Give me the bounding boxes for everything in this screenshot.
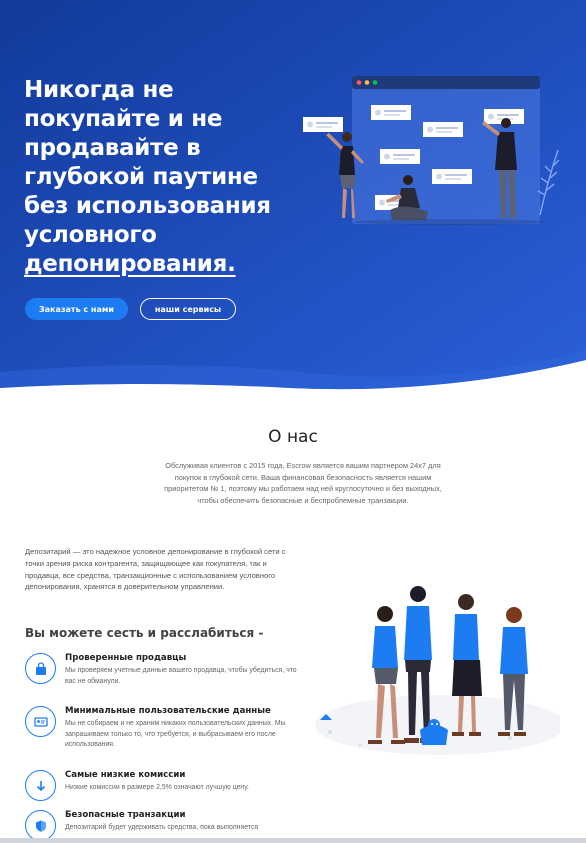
hero-heading-underlined: депонирования. [24, 251, 236, 277]
hero-heading-line: Никогда не [24, 77, 174, 103]
shopping-bag-icon [25, 653, 56, 684]
hero-heading-line: глубокой паутине [24, 164, 258, 190]
hero-heading-line: покупайте и не [24, 106, 223, 132]
about-title: О нас [268, 427, 318, 447]
feature-title: Проверенные продавцы [65, 653, 187, 663]
feature-title: Минимальные пользовательские данные [65, 706, 271, 716]
feature-title: Безопасные транзакции [65, 810, 186, 820]
feature-description: Низкие комиссии в размере 2,5% означают … [65, 784, 249, 791]
hero-section: Никогда не покупайте и не продавайте в г… [0, 0, 586, 400]
arrow-down-icon [25, 770, 56, 801]
shield-icon [25, 810, 56, 841]
order-button[interactable]: Заказать с нами [25, 298, 128, 320]
feature-title: Самые низкие комиссии [65, 770, 186, 780]
scrollbar-track[interactable] [0, 838, 586, 843]
hero-heading: Никогда не покупайте и не продавайте в г… [24, 76, 314, 279]
id-card-icon [25, 706, 56, 737]
feature-description: Мы не собираем и не храним никаких польз… [65, 720, 286, 749]
feature-description: Мы проверяем учетные данные вашего прода… [65, 667, 297, 685]
people-illustration [315, 586, 560, 755]
relax-heading: Вы можете сесть и расслабиться - [25, 626, 264, 640]
intro-text: Депозитарий — это надежное условное депо… [25, 547, 286, 592]
services-button[interactable]: наши сервисы [140, 298, 236, 320]
about-text: Обслуживая клиентов с 2015 года, Escrow … [164, 461, 442, 505]
hero-heading-line: условного [24, 222, 157, 248]
feature-description: Депозитарий будет удерживать средства, п… [65, 824, 259, 831]
hero-heading-line: без использования [24, 193, 271, 219]
hero-heading-line: продавайте в [24, 135, 201, 161]
